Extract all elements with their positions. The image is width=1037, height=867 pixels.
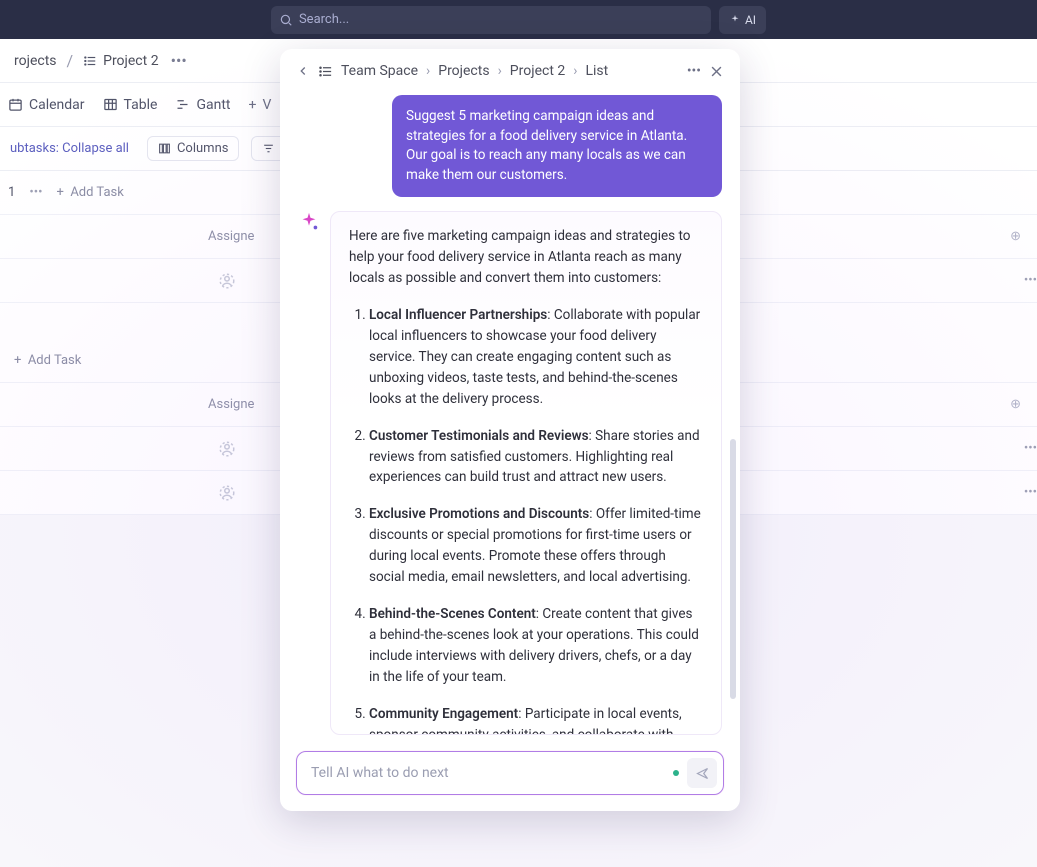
modal-crumb-3[interactable]: List [585, 63, 608, 79]
filter-icon [262, 142, 275, 155]
add-column-1[interactable]: ⊕ [1010, 229, 1021, 244]
modal-crumb-2[interactable]: Project 2 [510, 63, 565, 79]
list-icon [83, 54, 97, 68]
list-item: Customer Testimonials and Reviews: Share… [369, 426, 703, 489]
add-task-button-1[interactable]: + Add Task [56, 185, 123, 200]
search-input[interactable] [299, 12, 703, 27]
breadcrumb-more[interactable]: ••• [171, 51, 187, 70]
item-title: Behind-the-Scenes Content [369, 606, 536, 622]
tab-add-view[interactable]: + V [248, 97, 271, 113]
list-item: Exclusive Promotions and Discounts: Offe… [369, 504, 703, 588]
back-button[interactable] [296, 64, 310, 78]
item-title: Community Engagement [369, 706, 518, 722]
list-item: Community Engagement: Participate in loc… [369, 704, 703, 735]
ai-avatar [298, 211, 320, 233]
columns-label: Columns [177, 141, 229, 156]
list-item: Local Influencer Partnerships: Collabora… [369, 305, 703, 410]
ai-message: Here are five marketing campaign ideas a… [330, 211, 722, 735]
ai-button[interactable]: AI [719, 6, 766, 34]
item-title: Local Influencer Partnerships [369, 307, 547, 323]
ai-label: AI [745, 13, 756, 27]
status-dot [673, 770, 679, 776]
ai-modal: Team Space › Projects › Project 2 › List… [280, 49, 740, 811]
chevron-left-icon [296, 64, 310, 78]
add-column-2[interactable]: ⊕ [1010, 397, 1021, 412]
ai-conversation: Suggest 5 marketing campaign ideas and s… [280, 89, 740, 741]
tab-table-label: Table [124, 97, 158, 113]
assignee-header-2: Assigne [208, 397, 254, 412]
assignee-icon[interactable] [218, 484, 236, 502]
ai-input[interactable] [311, 765, 665, 781]
columns-button[interactable]: Columns [147, 136, 240, 161]
ai-input-box[interactable] [296, 751, 724, 795]
calendar-icon [8, 97, 23, 112]
breadcrumb-current-label: Project 2 [103, 53, 158, 69]
assignee-header: Assigne [208, 229, 254, 244]
subtasks-toggle[interactable]: ubtasks: Collapse all [4, 137, 135, 160]
modal-crumb-1[interactable]: Projects [438, 63, 489, 79]
assignee-icon[interactable] [218, 272, 236, 290]
item-title: Exclusive Promotions and Discounts [369, 506, 589, 522]
plus-icon: + [248, 97, 256, 113]
ai-modal-header: Team Space › Projects › Project 2 › List… [280, 49, 740, 89]
sparkle-icon [729, 14, 741, 26]
row-more[interactable]: ••• [29, 185, 42, 200]
list-item: Behind-the-Scenes Content: Create conten… [369, 604, 703, 688]
tab-add-label: V [262, 97, 271, 113]
row-menu[interactable]: ••• [1024, 273, 1037, 288]
ai-input-area [280, 741, 740, 811]
list-icon [318, 64, 333, 79]
tab-calendar-label: Calendar [29, 97, 85, 113]
ai-intro: Here are five marketing campaign ideas a… [349, 226, 703, 289]
tab-calendar[interactable]: Calendar [8, 97, 85, 113]
table-icon [103, 97, 118, 112]
ai-message-row: Here are five marketing campaign ideas a… [298, 211, 722, 735]
modal-more[interactable]: ••• [687, 63, 701, 79]
tab-gantt[interactable]: Gantt [175, 97, 230, 113]
row-menu[interactable]: ••• [1024, 485, 1037, 500]
top-bar: AI [0, 0, 1037, 39]
search-icon [279, 13, 293, 27]
tab-gantt-label: Gantt [196, 97, 230, 113]
row-menu[interactable]: ••• [1024, 441, 1037, 456]
modal-crumb-0[interactable]: Team Space [341, 63, 418, 79]
breadcrumb-parent[interactable]: rojects [8, 49, 63, 73]
user-message: Suggest 5 marketing campaign ideas and s… [392, 95, 722, 197]
columns-icon [158, 142, 171, 155]
breadcrumb-current[interactable]: Project 2 [77, 49, 164, 73]
close-button[interactable] [709, 64, 724, 79]
ai-suggestion-list: Local Influencer Partnerships: Collabora… [349, 305, 703, 735]
group-count: 1 [8, 185, 15, 200]
breadcrumb-sep: / [67, 51, 74, 70]
send-button[interactable] [687, 758, 717, 788]
sparkle-icon [298, 211, 320, 233]
search-box[interactable] [271, 6, 711, 34]
close-icon [709, 64, 724, 79]
item-title: Customer Testimonials and Reviews [369, 428, 589, 444]
gantt-icon [175, 97, 190, 112]
assignee-icon[interactable] [218, 440, 236, 458]
tab-table[interactable]: Table [103, 97, 158, 113]
send-icon [695, 766, 710, 781]
scrollbar[interactable] [730, 439, 736, 699]
